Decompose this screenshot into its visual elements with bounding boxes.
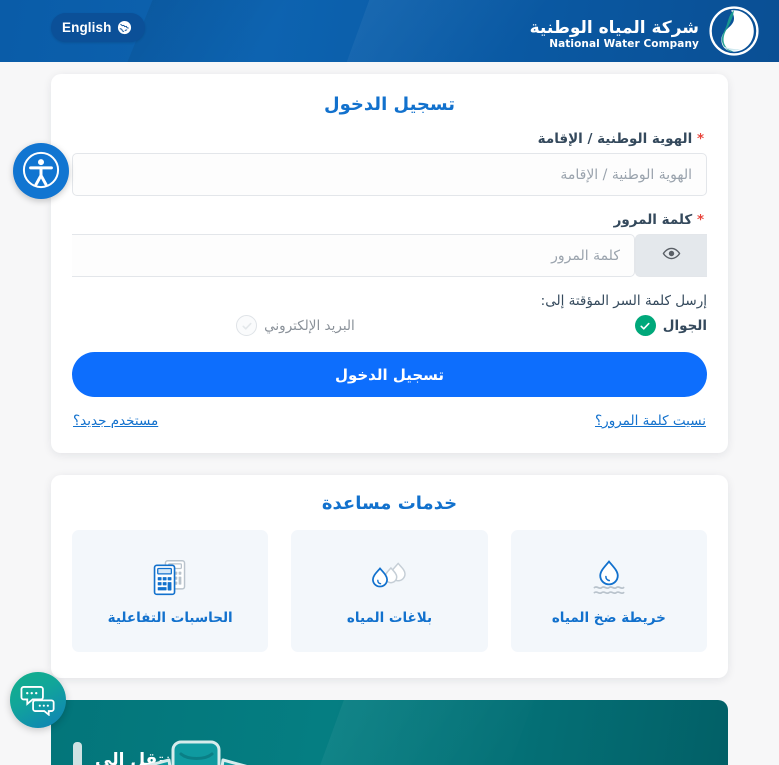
required-asterisk-password: * xyxy=(696,212,704,228)
calculator-icon xyxy=(150,556,190,600)
water-pump-map-icon xyxy=(587,556,631,600)
header-facet-dark xyxy=(127,0,313,62)
national-id-label-text: الهوية الوطنية / الإقامة xyxy=(537,131,693,147)
service-label-pump-map: خريطة ضخ المياه xyxy=(551,610,666,626)
password-visibility-toggle[interactable] xyxy=(635,234,707,277)
otp-option-mobile[interactable]: الجوال xyxy=(634,315,707,336)
service-tile-water-reports[interactable]: بلاغات المياه xyxy=(291,530,488,652)
forgot-password-link[interactable]: نسيت كلمة المرور؟ xyxy=(595,413,706,429)
accessibility-person-icon xyxy=(21,150,61,193)
required-asterisk-id: * xyxy=(696,131,704,147)
login-title: تسجيل الدخول xyxy=(324,94,455,115)
help-services-title: خدمات مساعدة xyxy=(321,493,458,514)
otp-destination-options: الجوال البريد الإلكتروني xyxy=(72,315,707,336)
eye-icon xyxy=(662,244,681,267)
login-submit-button[interactable]: تسجيل الدخول xyxy=(72,352,707,397)
otp-option-email-label: البريد الإلكتروني xyxy=(264,317,355,334)
banner-facet xyxy=(299,700,534,765)
login-card: تسجيل الدخول * الهوية الوطنية / الإقامة … xyxy=(51,74,728,453)
water-drop-report-icon xyxy=(367,556,413,600)
otp-destination-prompt: إرسل كلمة السر المؤقتة إلى: xyxy=(540,293,707,309)
otp-option-mobile-label: الجوال xyxy=(662,317,707,334)
page-content: تسجيل الدخول * الهوية الوطنية / الإقامة … xyxy=(0,62,779,765)
unchecked-circle-icon xyxy=(236,315,258,336)
password-field-wrap xyxy=(72,234,707,277)
promo-banner[interactable]: انتقل إلى xyxy=(51,700,728,765)
otp-option-email[interactable]: البريد الإلكتروني xyxy=(236,315,355,336)
logo-text: شركة المياه الوطنية National Water Compa… xyxy=(529,16,700,51)
help-services-grid: الحاسبات التفاعلية بلاغات المياه خريطة ض… xyxy=(72,530,707,652)
globe-icon xyxy=(117,20,132,35)
nwc-droplet-logo-icon xyxy=(707,4,761,62)
national-id-input[interactable] xyxy=(72,153,707,196)
service-tile-calculators[interactable]: الحاسبات التفاعلية xyxy=(72,530,269,652)
password-label: * كلمة المرور xyxy=(72,212,707,228)
logo-english-name: National Water Company xyxy=(549,37,699,50)
chat-widget-button[interactable] xyxy=(10,672,66,728)
language-toggle-label: English xyxy=(62,20,112,35)
service-label-calculators: الحاسبات التفاعلية xyxy=(107,610,233,626)
devices-illustration-icon xyxy=(111,728,281,765)
service-tile-pump-map[interactable]: خريطة ضخ المياه xyxy=(510,530,707,652)
check-circle-icon xyxy=(634,315,656,336)
password-label-text: كلمة المرور xyxy=(613,212,693,228)
language-toggle-button[interactable]: English xyxy=(51,13,146,42)
logo-arabic-name: شركة المياه الوطنية xyxy=(529,17,700,38)
new-user-link[interactable]: مستخدم جديد؟ xyxy=(73,413,158,429)
company-logo[interactable]: شركة المياه الوطنية National Water Compa… xyxy=(530,4,761,62)
login-links-row: مستخدم جديد؟ نسيت كلمة المرور؟ xyxy=(72,413,707,429)
chat-bubbles-icon xyxy=(20,682,56,719)
service-label-water-reports: بلاغات المياه xyxy=(346,610,433,626)
site-header: English شركة المياه الوطنية National Wat… xyxy=(0,0,779,62)
banner-accent-bar xyxy=(73,742,82,765)
accessibility-widget-button[interactable] xyxy=(13,143,69,199)
help-services-card: خدمات مساعدة الحاسبات التفاعلية بلاغات ا… xyxy=(51,475,728,678)
national-id-label: * الهوية الوطنية / الإقامة xyxy=(72,131,707,147)
password-input[interactable] xyxy=(72,234,635,277)
national-id-field-wrap xyxy=(72,153,707,196)
